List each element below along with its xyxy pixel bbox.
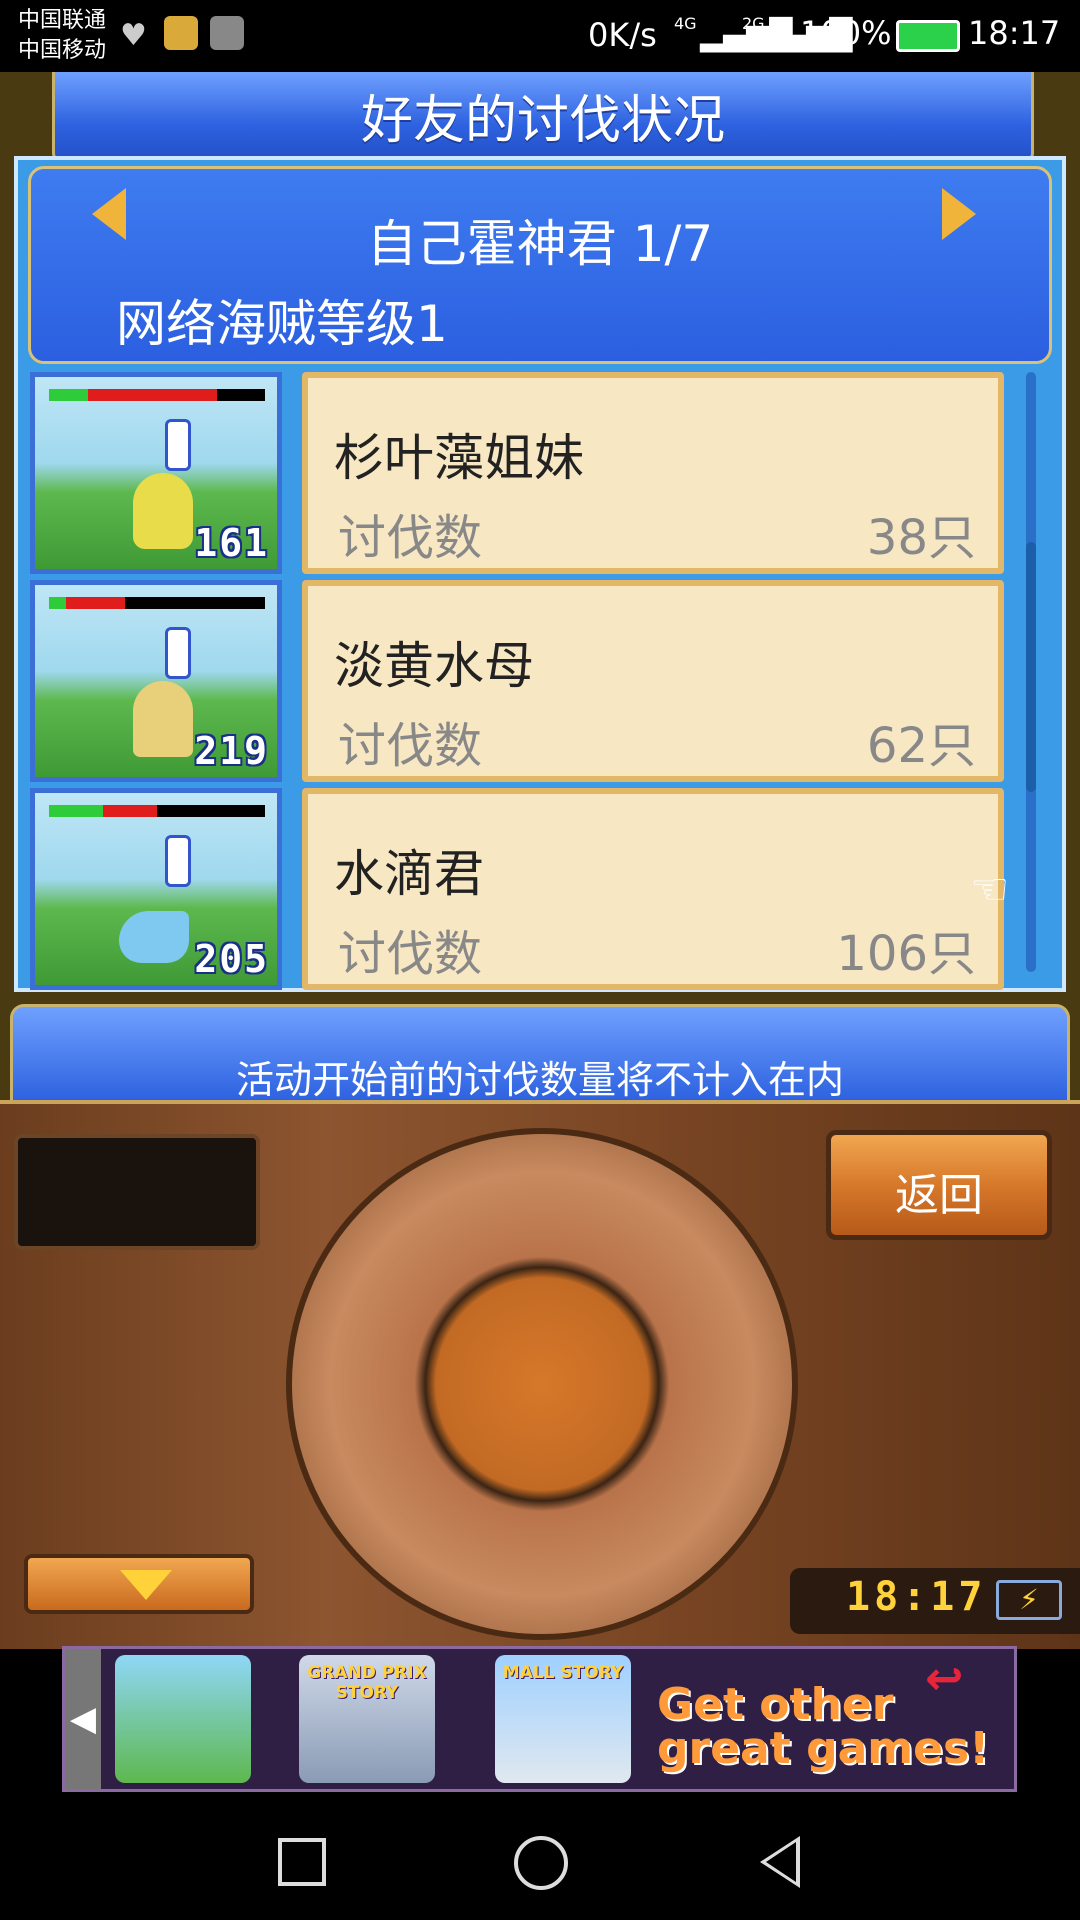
system-nav-bar	[0, 1798, 1080, 1920]
net-speed: 0K/s	[588, 16, 657, 54]
recent-apps-icon[interactable]	[278, 1838, 326, 1886]
monster-name: 水滴君	[334, 845, 484, 903]
hp-red-fill	[103, 805, 157, 817]
list-item[interactable]: 205 水滴君 讨伐数 106只	[30, 788, 1008, 990]
kill-label: 讨伐数	[338, 510, 483, 566]
carrier-2: 中国移动	[18, 38, 107, 63]
monster-thumbnail: 219	[30, 580, 282, 782]
monster-level: 161	[194, 521, 269, 565]
clock: 18:17	[968, 14, 1061, 52]
battery-percent: 100%	[800, 14, 892, 52]
hp-green-fill	[49, 597, 67, 609]
ad-game-title: MALL STORY	[502, 1663, 624, 1683]
ad-game-mall-story[interactable]: MALL STORY	[495, 1655, 631, 1783]
hp-green-fill	[49, 389, 88, 401]
monster-level: 205	[194, 937, 269, 981]
kill-count: 38只	[866, 510, 976, 566]
hp-bar	[49, 805, 265, 817]
pointing-hand-icon: ☜	[970, 864, 1010, 915]
battery-icon	[896, 20, 960, 52]
list-item[interactable]: 161 杉叶藻姐妹 讨伐数 38只	[30, 372, 1008, 574]
ad-game-title: GRAND PRIX STORY	[307, 1663, 427, 1703]
ad-game-grand-prix[interactable]: GRAND PRIX STORY	[299, 1655, 435, 1783]
home-icon[interactable]	[514, 1836, 568, 1890]
return-arrow-icon: ↩	[925, 1651, 964, 1705]
notice-banner: 活动开始前的讨伐数量将不计入在内	[10, 1004, 1070, 1102]
notice-text: 活动开始前的讨伐数量将不计入在内	[235, 1058, 844, 1102]
kill-label: 讨伐数	[338, 926, 483, 982]
monster-sprite	[133, 681, 193, 757]
exclamation-icon	[165, 835, 191, 887]
title-banner: 好友的讨伐状况	[52, 72, 1034, 163]
huawei-icon	[210, 16, 244, 50]
monster-thumbnail: 161	[30, 372, 282, 574]
page-title: 好友的讨伐状况	[360, 91, 725, 151]
game-clock: 18:17 ⚡	[790, 1568, 1080, 1634]
back-button-label: 返回	[895, 1170, 983, 1221]
hp-green-fill	[49, 805, 103, 817]
monster-card: 淡黄水母 讨伐数 62只	[302, 580, 1004, 782]
scrollbar-thumb[interactable]	[1026, 542, 1036, 792]
health-icon: ♥	[120, 18, 147, 53]
status-bar: 中国联通 中国移动 ♥ 0K/s 4G ▂▄▆█ 2G ▂▄▆█ 100% 18…	[0, 0, 1080, 72]
ad-banner[interactable]: ◀ GRAND PRIX STORY MALL STORY Get other …	[62, 1646, 1017, 1792]
hp-bar	[49, 597, 265, 609]
monster-name: 淡黄水母	[334, 637, 534, 695]
monster-sprite	[133, 473, 193, 549]
console-screen	[14, 1134, 260, 1250]
monster-level: 219	[194, 729, 269, 773]
carrier-1: 中国联通	[18, 8, 107, 33]
monster-card: 杉叶藻姐妹 讨伐数 38只	[302, 372, 1004, 574]
back-nav-icon-inner	[766, 1842, 796, 1882]
kill-label: 讨伐数	[338, 718, 483, 774]
ad-prev-arrow-icon[interactable]: ◀	[65, 1649, 101, 1789]
list-scrollbar[interactable]	[1026, 372, 1036, 972]
app-notification-icon	[164, 16, 198, 50]
monster-thumbnail: 205	[30, 788, 282, 990]
battery-charging-icon: ⚡	[996, 1580, 1062, 1620]
list-item[interactable]: 219 淡黄水母 讨伐数 62只	[30, 580, 1008, 782]
monster-card: 水滴君 讨伐数 106只	[302, 788, 1004, 990]
dpad-control[interactable]	[286, 1128, 798, 1640]
exclamation-icon	[165, 627, 191, 679]
player-name: 自己霍神君 1/7	[366, 215, 714, 273]
game-clock-time: 18:17	[846, 1574, 987, 1620]
down-arrow-icon	[120, 1570, 172, 1600]
kill-count: 106只	[836, 926, 976, 982]
hp-bar	[49, 389, 265, 401]
monster-sprite	[119, 911, 189, 963]
hp-red-fill	[66, 597, 125, 609]
hp-red-fill	[87, 389, 218, 401]
network-type-1: 4G	[674, 14, 697, 33]
kill-count: 62只	[866, 718, 976, 774]
exclamation-icon	[165, 419, 191, 471]
player-level: 网络海贼等级1	[116, 295, 448, 353]
monster-name: 杉叶藻姐妹	[334, 429, 584, 487]
ad-game-castle-icon[interactable]	[115, 1655, 251, 1783]
back-button[interactable]: 返回	[826, 1130, 1052, 1240]
menu-toggle-button[interactable]	[24, 1554, 254, 1614]
